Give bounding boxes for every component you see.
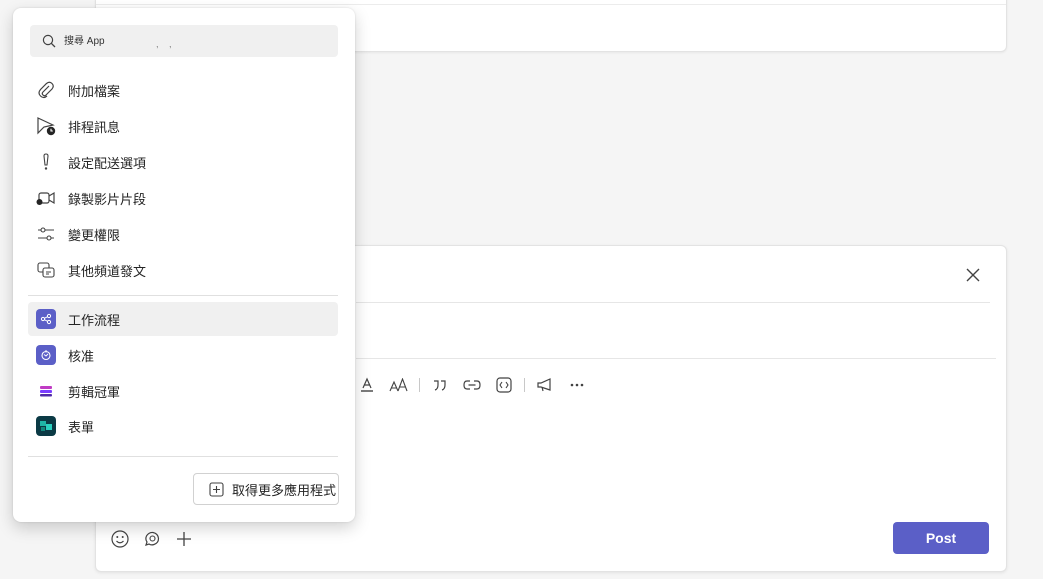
sliders-icon [36, 224, 56, 244]
forms-app-icon [36, 416, 56, 436]
search-icon [42, 34, 56, 53]
announcement-icon[interactable] [529, 374, 561, 396]
exclamation-icon [36, 152, 56, 172]
menu-item-app-workflows[interactable]: 工作流程 [28, 302, 338, 336]
menu-divider [28, 295, 338, 296]
menu-item-label: 剪輯冠軍 [68, 384, 121, 400]
post-button[interactable]: Post [893, 522, 989, 554]
quote-icon[interactable] [424, 374, 456, 396]
menu-item-label: 表單 [68, 419, 95, 435]
workflows-app-icon [36, 309, 56, 329]
menu-item-post-in-multiple-channels[interactable]: 其他頻道發文 [28, 253, 338, 287]
get-more-apps-button[interactable]: 取得更多應用程式 [193, 473, 339, 505]
compose-bottom-toolbar [109, 528, 195, 550]
menu-item-app-clipchamp[interactable]: 剪輯冠軍 [28, 374, 338, 408]
format-toolbar [351, 374, 593, 396]
menu-item-label: 核准 [68, 348, 95, 364]
menu-divider [28, 456, 338, 457]
link-icon[interactable] [456, 374, 488, 396]
code-snippet-icon[interactable] [488, 374, 520, 396]
menu-item-delivery-options[interactable]: 設定配送選項 [28, 145, 338, 179]
clipchamp-app-icon [36, 381, 56, 401]
menu-item-app-forms[interactable]: 表單 [28, 409, 338, 443]
text-highlight-icon[interactable] [351, 374, 383, 396]
add-square-icon [208, 481, 224, 497]
loop-icon[interactable] [141, 528, 163, 550]
menu-item-record-video-clip[interactable]: 錄製影片片段 [28, 181, 338, 215]
video-clip-icon [36, 188, 56, 208]
menu-item-change-permissions[interactable]: 變更權限 [28, 217, 338, 251]
search-hint: , , [156, 39, 176, 49]
send-clock-icon [36, 116, 56, 136]
menu-item-label: 設定配送選項 [68, 155, 147, 171]
multi-channel-icon [36, 260, 56, 280]
menu-item-app-approvals[interactable]: 核准 [28, 338, 338, 372]
menu-item-schedule-message[interactable]: 排程訊息 [28, 109, 338, 143]
menu-item-attach-file[interactable]: 附加檔案 [28, 73, 338, 107]
emoji-icon[interactable] [109, 528, 131, 550]
approvals-app-icon [36, 345, 56, 365]
menu-item-label: 其他頻道發文 [68, 263, 147, 279]
search-apps-input[interactable]: 搜尋 App , , [30, 25, 338, 57]
menu-item-label: 排程訊息 [68, 119, 121, 135]
close-icon[interactable] [962, 264, 984, 286]
menu-item-label: 工作流程 [68, 312, 121, 328]
apps-popup-menu: 搜尋 App , , 附加檔案 排程訊息 設定配送選項 錄製影片片段 變更權限 [13, 8, 355, 522]
plus-icon[interactable] [173, 528, 195, 550]
menu-item-label: 變更權限 [68, 227, 121, 243]
menu-item-label: 錄製影片片段 [68, 191, 147, 207]
search-placeholder: 搜尋 App [64, 36, 105, 47]
more-options-icon[interactable] [561, 374, 593, 396]
menu-item-label: 附加檔案 [68, 83, 121, 99]
get-more-apps-label: 取得更多應用程式 [232, 482, 337, 498]
font-size-icon[interactable] [383, 374, 415, 396]
body-divider [356, 358, 996, 359]
paperclip-icon [36, 80, 56, 100]
subject-divider [356, 302, 990, 303]
